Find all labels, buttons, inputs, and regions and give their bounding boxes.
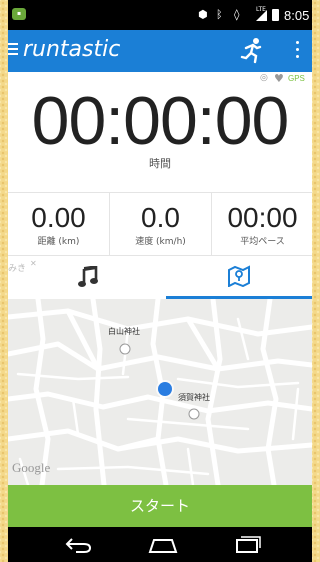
pace-label: 平均ペース bbox=[240, 237, 285, 247]
system-nav-bar bbox=[8, 527, 312, 562]
home-icon[interactable] bbox=[146, 535, 180, 555]
shrine-marker-icon bbox=[119, 343, 131, 355]
phone-screen: ▪ ⬢ ᛒ ◊ LTE 8:05 runtastic ◎ ♥ GPS 00:00… bbox=[8, 0, 312, 562]
battery-icon bbox=[272, 9, 279, 21]
current-location-dot bbox=[158, 382, 172, 396]
pace-value: 00:00 bbox=[227, 202, 298, 233]
status-bar: ▪ ⬢ ᛒ ◊ LTE 8:05 bbox=[8, 0, 312, 30]
back-icon[interactable] bbox=[64, 535, 94, 555]
tab-bar: みき ✕ bbox=[8, 255, 312, 300]
speed-label: 速度 (km/h) bbox=[135, 237, 186, 247]
duration-value: 00:00:00 bbox=[31, 83, 290, 159]
rotate-icon: ◊ bbox=[234, 8, 240, 21]
pace-metric: 00:00 平均ペース bbox=[212, 193, 312, 255]
map-label: 須賀神社 bbox=[178, 393, 210, 402]
tab-music[interactable] bbox=[8, 256, 166, 300]
location-icon: ⬢ bbox=[198, 8, 208, 21]
speed-metric: 0.0 速度 (km/h) bbox=[110, 193, 211, 255]
app-notification-icon: ▪ bbox=[12, 8, 26, 20]
distance-metric: 0.00 距離 (km) bbox=[8, 193, 109, 255]
map-icon bbox=[228, 265, 250, 287]
duration-label: 時間 bbox=[149, 157, 171, 170]
start-button[interactable]: スタート bbox=[8, 485, 312, 527]
google-attribution: Google bbox=[12, 460, 51, 475]
map-roads bbox=[8, 299, 312, 485]
overflow-menu-icon[interactable] bbox=[292, 41, 302, 61]
music-note-icon bbox=[78, 266, 98, 287]
app-bar: runtastic bbox=[8, 30, 312, 72]
recent-apps-icon[interactable] bbox=[234, 535, 262, 555]
app-logo: runtastic bbox=[23, 37, 121, 62]
runner-icon[interactable] bbox=[240, 36, 264, 64]
map-view[interactable]: 白山神社 須賀神社 bbox=[8, 299, 312, 485]
tab-map[interactable] bbox=[166, 256, 312, 300]
shrine-marker-icon bbox=[188, 408, 200, 420]
distance-label: 距離 (km) bbox=[37, 237, 80, 247]
status-time: 8:05 bbox=[284, 8, 310, 23]
bluetooth-icon: ᛒ bbox=[216, 8, 223, 21]
drawer-menu-icon[interactable] bbox=[8, 43, 18, 57]
signal-icon bbox=[256, 10, 267, 21]
map-label: 白山神社 bbox=[108, 327, 140, 336]
speed-value: 0.0 bbox=[141, 202, 180, 233]
distance-value: 0.00 bbox=[31, 202, 86, 233]
